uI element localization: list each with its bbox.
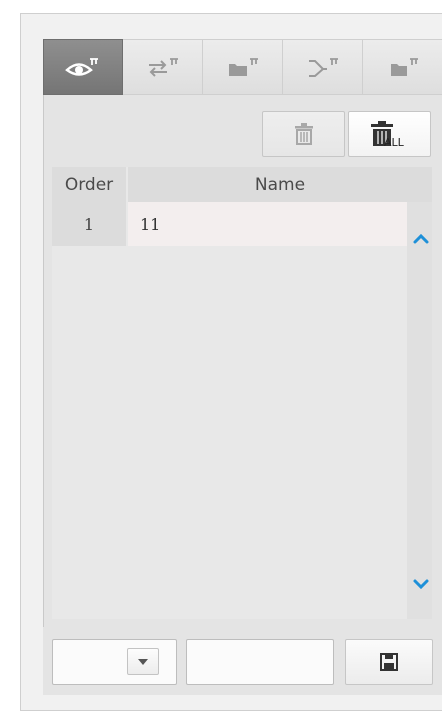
- column-header-order[interactable]: Order: [52, 167, 126, 202]
- scrollbar[interactable]: [407, 202, 432, 619]
- chevron-down-icon: [413, 579, 429, 590]
- table-row[interactable]: 1 11: [52, 202, 407, 246]
- delete-all-button[interactable]: ALL: [348, 111, 431, 157]
- trash-all-label: ALL: [384, 136, 405, 148]
- tab-folder[interactable]: [363, 39, 442, 95]
- row-name: 11: [128, 202, 407, 246]
- save-icon: [380, 653, 398, 671]
- row-order: 1: [52, 202, 126, 246]
- tab-bar: [43, 39, 442, 95]
- caret-down-icon: [138, 658, 148, 665]
- tab-view[interactable]: [43, 39, 123, 95]
- scroll-down-button[interactable]: [412, 575, 430, 593]
- folder-open-icon: [390, 58, 418, 76]
- tab-group[interactable]: [203, 39, 283, 95]
- column-header-name[interactable]: Name: [128, 167, 432, 202]
- share-tree-icon: [308, 58, 338, 77]
- tab-sequence[interactable]: [123, 39, 203, 95]
- order-select-dropdown-button[interactable]: [127, 648, 159, 675]
- trash-icon: [294, 123, 313, 145]
- name-input[interactable]: [186, 639, 334, 685]
- folder-icon: [228, 58, 258, 76]
- scroll-up-button[interactable]: [412, 230, 430, 248]
- eye-icon: [65, 58, 98, 76]
- trash-all-icon: ALL: [370, 121, 405, 148]
- chevron-up-icon: [413, 233, 429, 244]
- swap-arrows-icon: [148, 58, 178, 77]
- tab-share[interactable]: [283, 39, 363, 95]
- save-button[interactable]: [345, 639, 433, 685]
- delete-button[interactable]: [262, 111, 345, 157]
